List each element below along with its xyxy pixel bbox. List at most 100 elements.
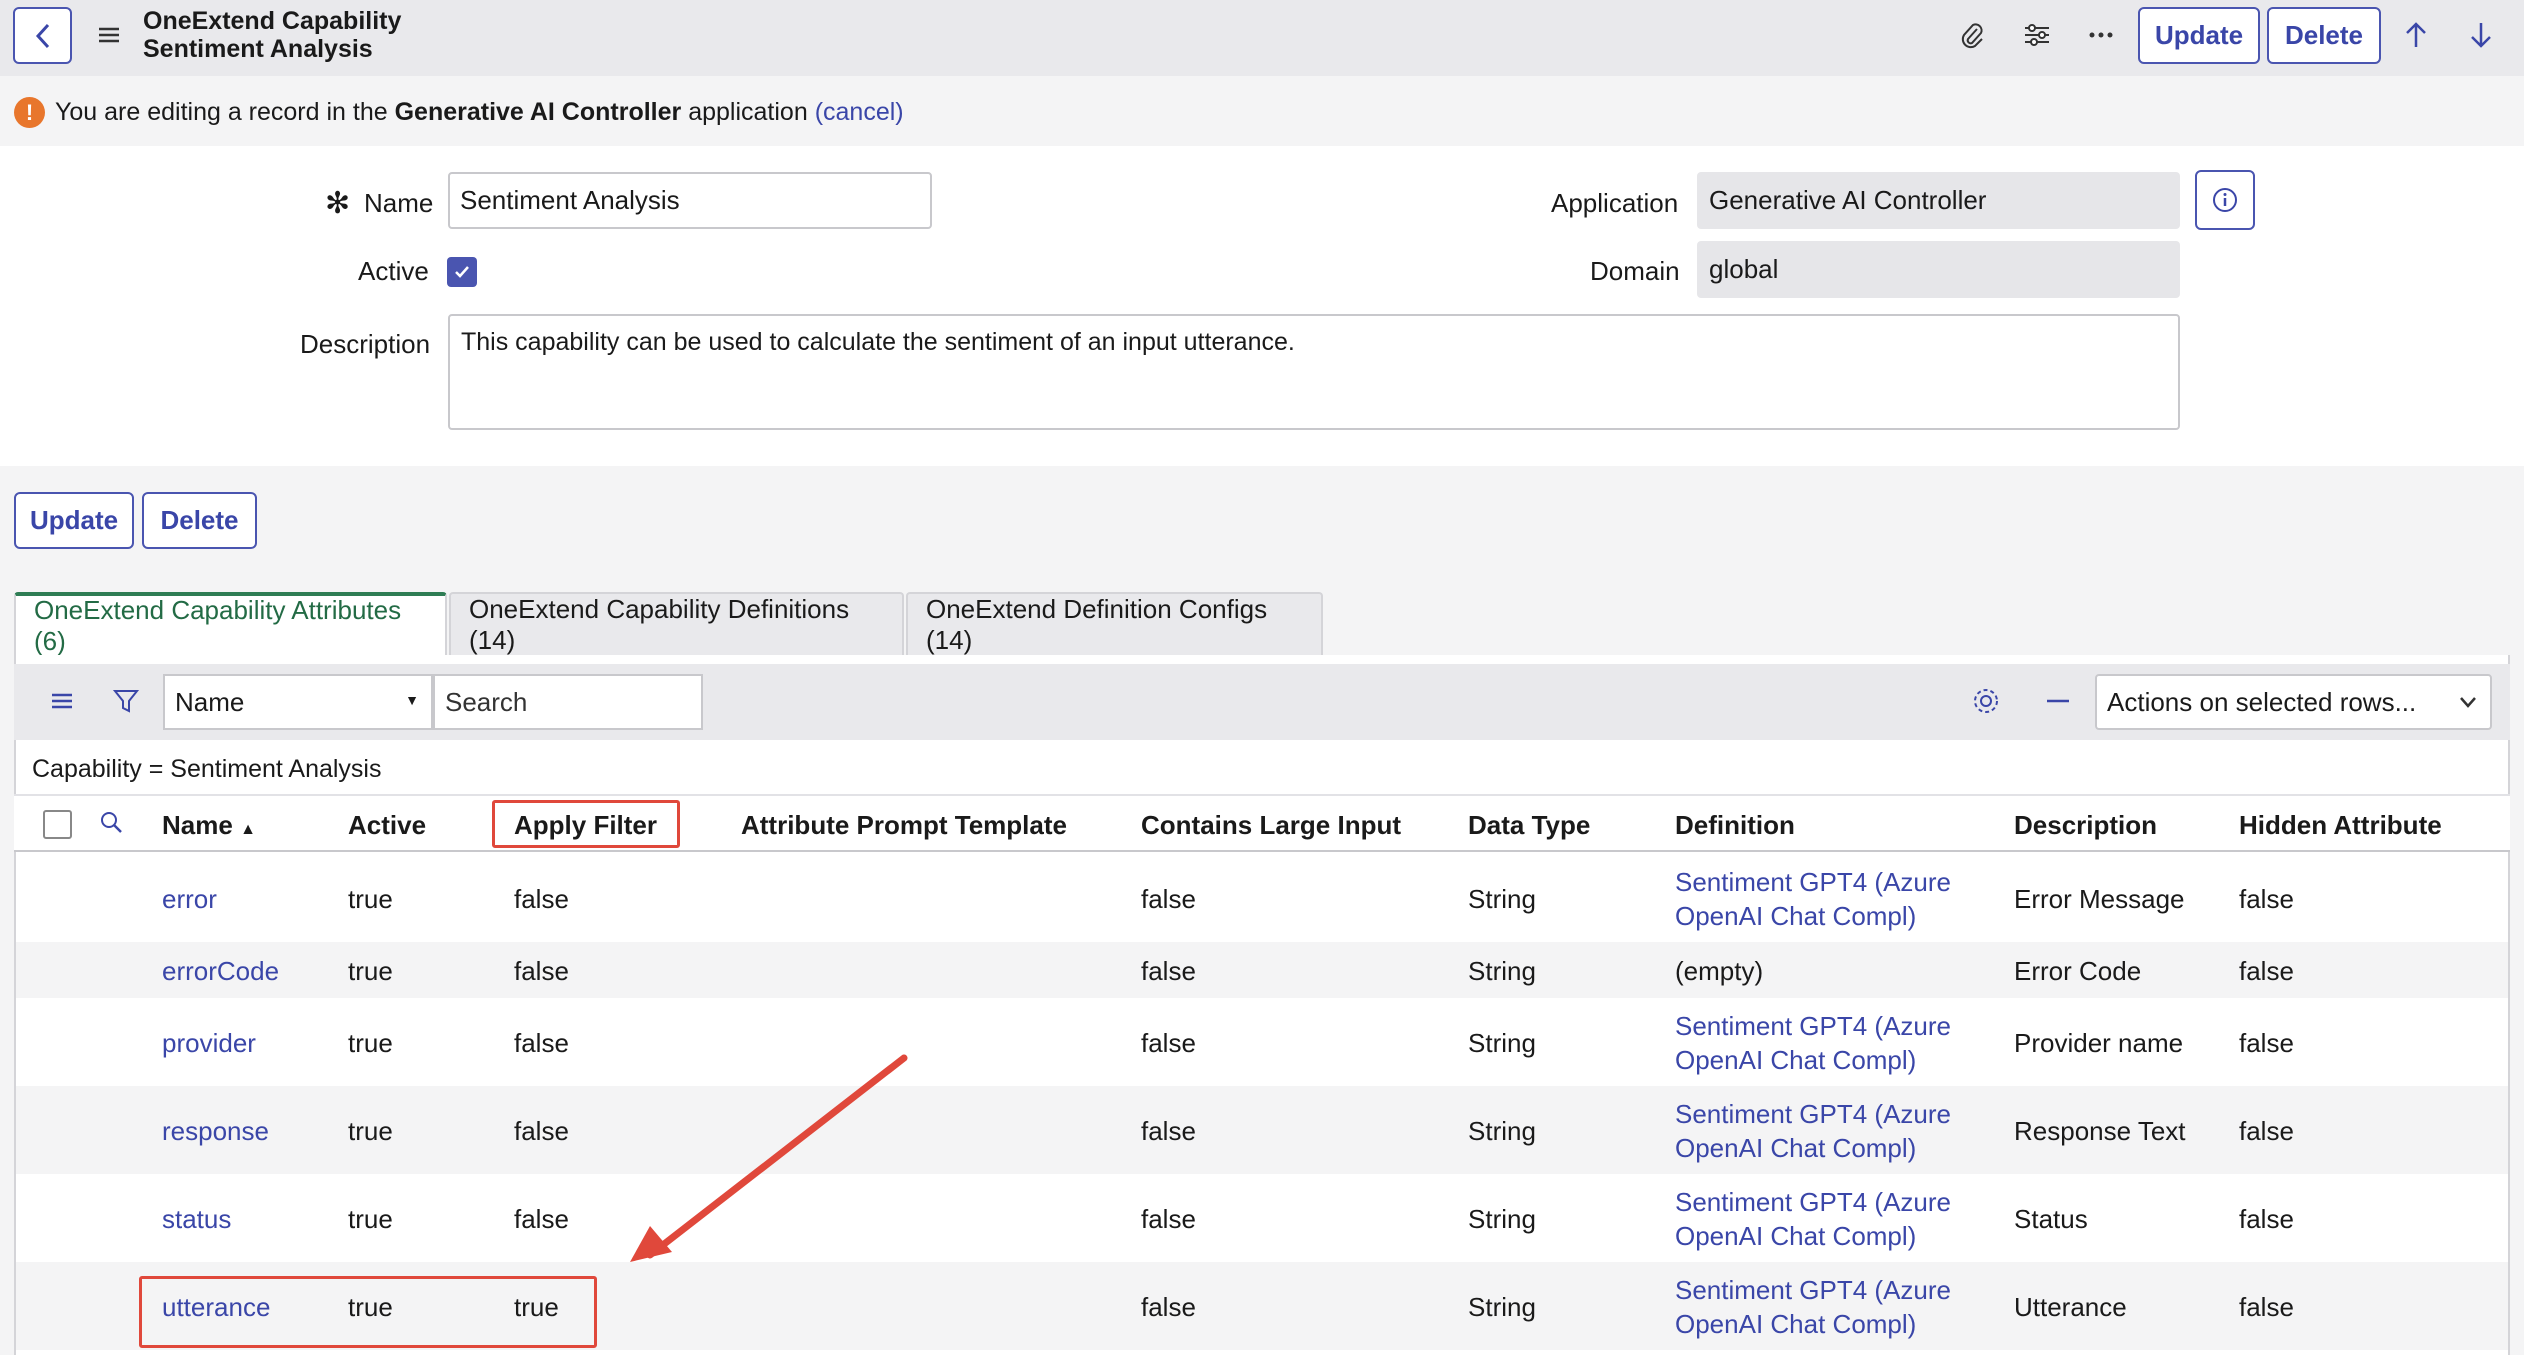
header-delete-button[interactable]: Delete [2267,7,2381,64]
column-description[interactable]: Description [2014,810,2157,841]
row-hidden: false [2239,1028,2294,1058]
row-hidden: false [2239,1116,2294,1146]
paperclip-icon[interactable] [1954,17,1990,53]
delete-button[interactable]: Delete [142,492,257,549]
row-active: true [348,1204,393,1234]
definition-line-2: OpenAI Chat Compl) [1675,901,1917,931]
actions-select[interactable]: Actions on selected rows... [2095,674,2492,730]
title-line-1: OneExtend Capability [143,7,402,35]
title-line-2: Sentiment Analysis [143,35,373,63]
column-definition[interactable]: Definition [1675,810,1795,841]
row-apply-filter: false [514,1028,569,1058]
row-definition-link[interactable]: Sentiment GPT4 (Azure OpenAI Chat Compl) [1675,1009,1951,1077]
apply-filter-highlight [492,800,680,848]
row-name-link[interactable]: errorCode [162,956,279,987]
definition-line-1: Sentiment GPT4 (Azure [1675,1275,1951,1305]
list-menu-icon[interactable] [47,686,77,716]
name-label: Name [364,188,434,218]
row-active: true [348,1116,393,1146]
column-name[interactable]: Name ▲ [162,810,256,841]
update-button[interactable]: Update [14,492,134,549]
arrow-down-icon[interactable] [2463,17,2499,53]
row-name-link[interactable]: response [162,1116,269,1147]
row-large-input: false [1141,884,1196,914]
description-field[interactable]: This capability can be used to calculate… [448,314,2180,430]
row-definition-link[interactable]: Sentiment GPT4 (Azure OpenAI Chat Compl) [1675,1097,1951,1165]
row-large-input: false [1141,1028,1196,1058]
row-definition-link[interactable]: Sentiment GPT4 (Azure OpenAI Chat Compl) [1675,1185,1951,1253]
name-field[interactable]: Sentiment Analysis [448,172,932,229]
row-hidden: false [2239,1204,2294,1234]
definition-line-1: Sentiment GPT4 (Azure [1675,1099,1951,1129]
notice-message: You are editing a record in the Generati… [55,98,904,127]
application-label: Application [1551,188,1679,218]
more-options-icon[interactable] [2083,17,2119,53]
field-select-value: Name [175,686,245,717]
notice-suffix: application [681,98,815,126]
row-apply-filter: false [514,1116,569,1146]
caret-down-icon: ▼ [405,692,419,708]
row-data-type: String [1468,1204,1536,1234]
row-definition-link[interactable]: Sentiment GPT4 (Azure OpenAI Chat Compl) [1675,1273,1951,1341]
row-hidden: false [2239,884,2294,914]
utterance-row-highlight [139,1276,597,1348]
settings-sliders-icon[interactable] [2019,17,2055,53]
row-name-link[interactable]: error [162,884,217,915]
row-active: true [348,884,393,914]
tab-capability-attributes[interactable]: OneExtend Capability Attributes (6) [14,592,447,656]
application-info-button[interactable] [2195,170,2255,230]
context-menu-icon[interactable] [94,20,124,50]
row-data-type: String [1468,1028,1536,1058]
row-description: Error Code [2014,956,2142,986]
row-description: Utterance [2014,1292,2127,1322]
header-update-button[interactable]: Update [2138,7,2260,64]
active-checkbox[interactable] [447,257,477,287]
annotation-arrow-icon [630,1054,908,1262]
row-definition-link[interactable]: Sentiment GPT4 (Azure OpenAI Chat Compl) [1675,865,1951,933]
gear-icon[interactable] [1970,685,2002,717]
column-hidden-attribute[interactable]: Hidden Attribute [2239,810,2442,841]
definition-line-1: Sentiment GPT4 (Azure [1675,867,1951,897]
cancel-link[interactable]: (cancel) [815,98,904,126]
arrow-up-icon[interactable] [2398,17,2434,53]
table-row: provider true false false String Sentime… [16,998,2508,1086]
row-data-type: String [1468,956,1536,986]
row-description: Provider name [2014,1028,2184,1058]
column-active[interactable]: Active [348,810,426,841]
table-row: response true false false String Sentime… [16,1086,2508,1174]
column-data-type[interactable]: Data Type [1468,810,1590,841]
search-input[interactable]: Search [433,674,703,730]
info-icon [2213,188,2237,212]
row-description: Response Text [2014,1116,2186,1146]
notice-prefix: You are editing a record in the [55,98,395,126]
row-apply-filter: false [514,884,569,914]
row-data-type: String [1468,1116,1536,1146]
definition-line-1: Sentiment GPT4 (Azure [1675,1187,1951,1217]
column-contains-large-input[interactable]: Contains Large Input [1141,810,1401,841]
chevron-left-icon [35,23,49,48]
tab-definition-configs[interactable]: OneExtend Definition Configs (14) [906,592,1323,655]
row-active: true [348,956,393,986]
domain-field: global [1697,241,2180,298]
required-icon: ✻ [325,187,351,220]
row-large-input: false [1141,956,1196,986]
row-name-link[interactable]: provider [162,1028,256,1059]
sort-ascending-icon: ▲ [240,821,256,838]
actions-select-value: Actions on selected rows... [2107,686,2417,717]
page-title: OneExtend Capability Sentiment Analysis [143,7,401,63]
row-hidden: false [2239,1292,2294,1322]
search-icon[interactable] [98,809,126,837]
row-hidden: false [2239,956,2294,986]
collapse-icon[interactable] [2042,685,2074,717]
tab-capability-definitions[interactable]: OneExtend Capability Definitions (14) [449,592,904,655]
definition-line-2: OpenAI Chat Compl) [1675,1045,1917,1075]
table-row: errorCode true false false String (empty… [16,942,2508,998]
column-attribute-prompt-template[interactable]: Attribute Prompt Template [741,810,1067,841]
row-name-link[interactable]: status [162,1204,231,1235]
column-name-label: Name [162,810,233,840]
filter-icon[interactable] [111,686,141,716]
active-label: Active [358,256,429,286]
select-all-checkbox[interactable] [43,810,72,839]
field-select[interactable]: Name ▼ [163,674,433,730]
back-button[interactable] [13,7,72,64]
